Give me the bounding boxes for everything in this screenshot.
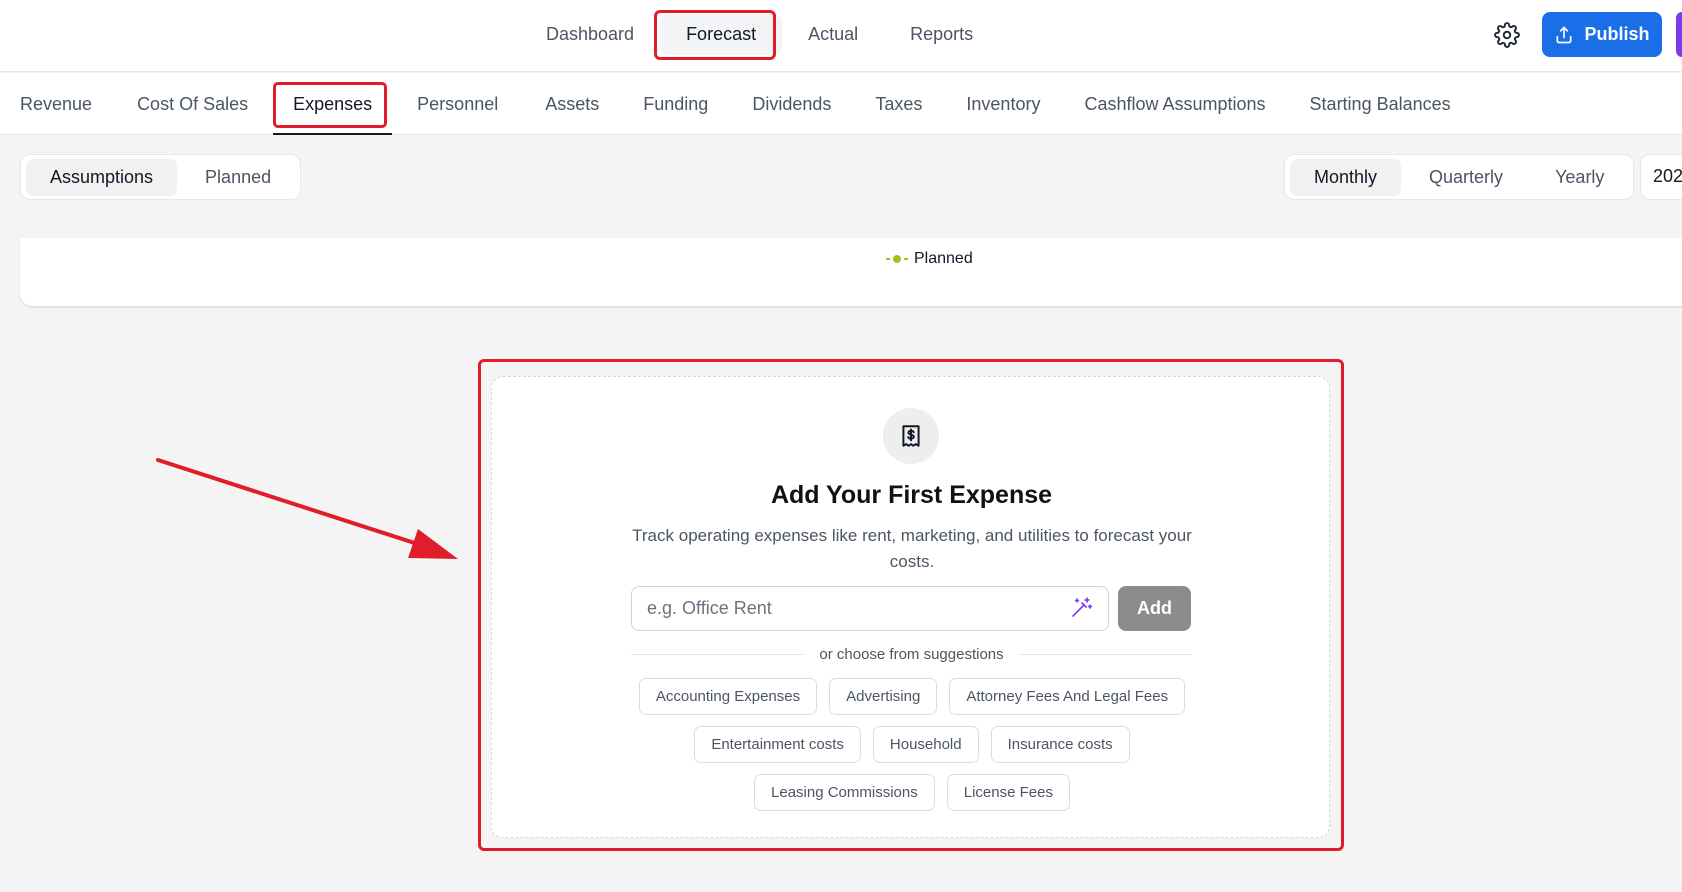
empty-state-card: Add Your First Expense Track operating e… (491, 376, 1330, 838)
toggle-yearly[interactable]: Yearly (1531, 159, 1628, 196)
legend-label: Planned (914, 250, 973, 267)
add-expense-button[interactable]: Add (1118, 586, 1191, 631)
suggestion-chips: Accounting Expenses Advertising Attorney… (612, 678, 1212, 811)
empty-state-description: Track operating expenses like rent, mark… (632, 526, 1192, 571)
suggestion-chip[interactable]: Entertainment costs (694, 726, 861, 763)
magic-wand-icon[interactable] (1069, 596, 1093, 620)
sub-nav: Revenue Cost Of Sales Expenses Personnel… (0, 73, 1682, 135)
toggle-quarterly[interactable]: Quarterly (1405, 159, 1527, 196)
empty-state-title: Add Your First Expense (770, 481, 1053, 509)
user-avatar-edge[interactable] (1676, 12, 1682, 57)
annotation-highlight-expenses (273, 82, 387, 128)
tab-starting-balances[interactable]: Starting Balances (1288, 73, 1473, 135)
period-toggle: Monthly Quarterly Yearly (1284, 154, 1635, 200)
tab-assets[interactable]: Assets (523, 73, 621, 135)
suggestions-divider: or choose from suggestions (631, 646, 1193, 663)
annotation-arrow-icon (156, 458, 458, 559)
view-toggle: Assumptions Planned (20, 154, 302, 200)
receipt-dollar-icon (902, 425, 920, 447)
top-bar: Dashboard Forecast Actual Reports Publis… (0, 0, 1682, 72)
year-select[interactable]: 202 (1640, 154, 1682, 200)
suggestion-chip[interactable]: Advertising (829, 678, 938, 715)
publish-label: Publish (1584, 24, 1650, 44)
suggestions-divider-text: or choose from suggestions (819, 646, 1004, 663)
suggestion-chip[interactable]: Leasing Commissions (754, 774, 935, 811)
suggestion-chip[interactable]: License Fees (946, 774, 1070, 811)
suggestion-chip[interactable]: Accounting Expenses (638, 678, 818, 715)
chart-card: Planned (20, 238, 1682, 306)
tab-taxes[interactable]: Taxes (853, 73, 944, 135)
tab-cashflow-assumptions[interactable]: Cashflow Assumptions (1062, 73, 1287, 135)
receipt-icon-wrapper (883, 408, 939, 464)
tab-dividends[interactable]: Dividends (730, 73, 853, 135)
nav-dashboard[interactable]: Dashboard (520, 14, 660, 55)
tab-funding[interactable]: Funding (621, 73, 730, 135)
nav-actual[interactable]: Actual (782, 14, 884, 55)
annotation-highlight-forecast (654, 10, 776, 60)
suggestion-chip[interactable]: Attorney Fees And Legal Fees (949, 678, 1186, 715)
suggestion-chip[interactable]: Household (872, 726, 979, 763)
nav-reports[interactable]: Reports (884, 14, 999, 55)
toggle-monthly[interactable]: Monthly (1290, 158, 1402, 196)
expense-name-input[interactable] (631, 586, 1109, 631)
tab-cost-of-sales[interactable]: Cost Of Sales (112, 73, 273, 135)
legend-marker-icon (886, 254, 908, 264)
tab-personnel[interactable]: Personnel (392, 73, 523, 135)
toggle-assumptions[interactable]: Assumptions (26, 158, 178, 196)
chart-legend[interactable]: Planned (886, 250, 973, 268)
gear-icon[interactable] (1494, 22, 1520, 48)
toggle-planned[interactable]: Planned (181, 159, 295, 196)
tab-inventory[interactable]: Inventory (944, 73, 1062, 135)
publish-button[interactable]: Publish (1542, 12, 1662, 57)
suggestion-chip[interactable]: Insurance costs (990, 726, 1130, 763)
tab-revenue[interactable]: Revenue (0, 73, 112, 135)
upload-icon (1556, 26, 1572, 43)
